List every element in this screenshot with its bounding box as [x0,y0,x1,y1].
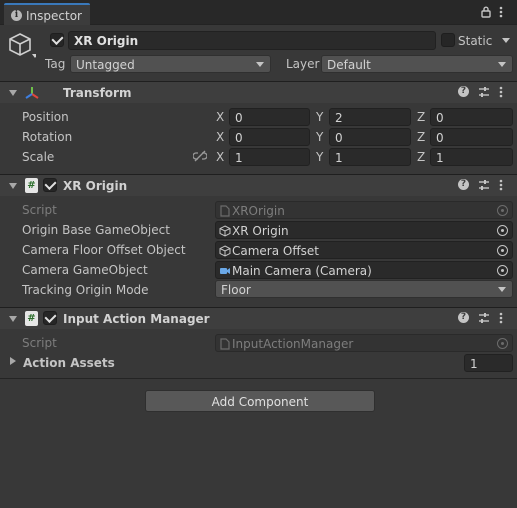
csharp-script-icon: # [25,311,38,326]
input-action-manager-title: Input Action Manager [63,312,210,326]
foldout-expanded-icon[interactable] [9,316,17,322]
preset-icon[interactable] [478,86,490,98]
foldout-expanded-icon[interactable] [9,183,17,189]
rotation-z-field[interactable]: 0 [430,128,513,146]
info-icon: i [11,10,22,21]
csharp-script-icon: # [25,178,38,193]
kebab-menu-icon[interactable] [499,86,503,98]
gameobject-active-checkbox[interactable] [50,33,64,47]
cube-icon [219,225,231,237]
add-component-button[interactable]: Add Component [145,390,375,412]
xr-origin-header[interactable]: # XR Origin ? [0,174,517,196]
rotation-label: Rotation [22,130,73,144]
scale-y-field[interactable]: 1 [329,148,411,166]
axis-x-label: X [216,110,225,124]
tag-label: Tag [45,57,66,71]
action-assets-label[interactable]: Action Assets [23,357,115,369]
position-x-field[interactable]: 0 [229,108,310,126]
axis-x-label: X [216,130,225,144]
cube-icon [219,245,231,257]
xr-origin-script-field: XROrigin [215,201,513,219]
kebab-menu-icon[interactable] [499,179,503,191]
help-icon[interactable]: ? [458,179,469,190]
xr-origin-enabled-checkbox[interactable] [43,178,57,192]
tab-inspector[interactable]: i Inspector [4,3,90,25]
help-icon[interactable]: ? [458,312,469,323]
origin-base-label: Origin Base GameObject [22,223,170,237]
camera-floor-offset-field[interactable]: Camera Offset [215,241,513,259]
camera-icon [220,268,230,274]
kebab-menu-icon[interactable] [499,312,503,324]
script-file-icon [220,338,230,350]
rotation-x-field[interactable]: 0 [229,128,310,146]
lock-icon[interactable] [481,6,491,18]
layer-dropdown[interactable]: Default [321,55,513,73]
axis-z-label: Z [417,110,426,124]
chevron-down-icon [498,62,506,67]
camera-gameobject-field[interactable]: Main Camera (Camera) [215,261,513,279]
input-action-manager-header[interactable]: # Input Action Manager ? [0,307,517,329]
axis-y-label: Y [316,110,324,124]
camera-floor-offset-label: Camera Floor Offset Object [22,243,186,257]
script-label: Script [22,336,57,350]
preset-icon[interactable] [478,179,490,191]
object-picker-icon[interactable] [497,265,508,276]
axis-y-label: Y [316,150,324,164]
window-tab-bar: i Inspector [0,0,517,25]
object-picker-icon[interactable] [497,225,508,236]
input-action-manager-script-field: InputActionManager [215,334,513,352]
script-label: Script [22,203,57,217]
foldout-expanded-icon[interactable] [9,90,17,96]
axis-y-label: Y [316,130,324,144]
tracking-origin-mode-dropdown[interactable]: Floor [215,280,513,298]
gameobject-name-field[interactable]: XR Origin [68,31,436,50]
static-checkbox[interactable] [441,33,455,47]
camera-gameobject-label: Camera GameObject [22,263,148,277]
chevron-down-icon [498,287,506,292]
kebab-menu-icon[interactable] [499,6,503,18]
object-picker-icon[interactable] [497,245,508,256]
unlinked-scale-icon[interactable] [193,150,207,162]
position-label: Position [22,110,69,124]
position-y-field[interactable]: 2 [329,108,411,126]
scale-label: Scale [22,150,55,164]
axis-z-label: Z [417,150,426,164]
input-action-manager-enabled-checkbox[interactable] [43,311,57,325]
cube-icon[interactable] [8,32,36,60]
xr-origin-title: XR Origin [63,179,128,193]
axis-x-label: X [216,150,225,164]
tag-dropdown[interactable]: Untagged [70,55,271,73]
static-label: Static [458,34,493,48]
divider [0,378,517,379]
axis-z-label: Z [417,130,426,144]
action-assets-size-field[interactable]: 1 [464,354,513,372]
help-icon[interactable]: ? [458,86,469,97]
script-file-icon [220,205,230,217]
preset-icon[interactable] [478,312,490,324]
object-picker-icon [497,338,508,349]
tab-title: Inspector [26,9,82,23]
rotation-y-field[interactable]: 0 [329,128,411,146]
chevron-down-icon [256,62,264,67]
scale-x-field[interactable]: 1 [229,148,310,166]
layer-label: Layer [286,57,320,71]
origin-base-object-field[interactable]: XR Origin [215,221,513,239]
position-z-field[interactable]: 0 [430,108,513,126]
foldout-collapsed-icon[interactable] [10,357,16,365]
transform-axes-icon [25,87,39,99]
tracking-origin-mode-label: Tracking Origin Mode [22,283,149,297]
transform-title: Transform [63,86,132,100]
transform-header[interactable]: Transform ? [0,81,517,103]
scale-z-field[interactable]: 1 [430,148,513,166]
object-picker-icon [497,205,508,216]
static-dropdown-caret[interactable] [502,38,510,43]
